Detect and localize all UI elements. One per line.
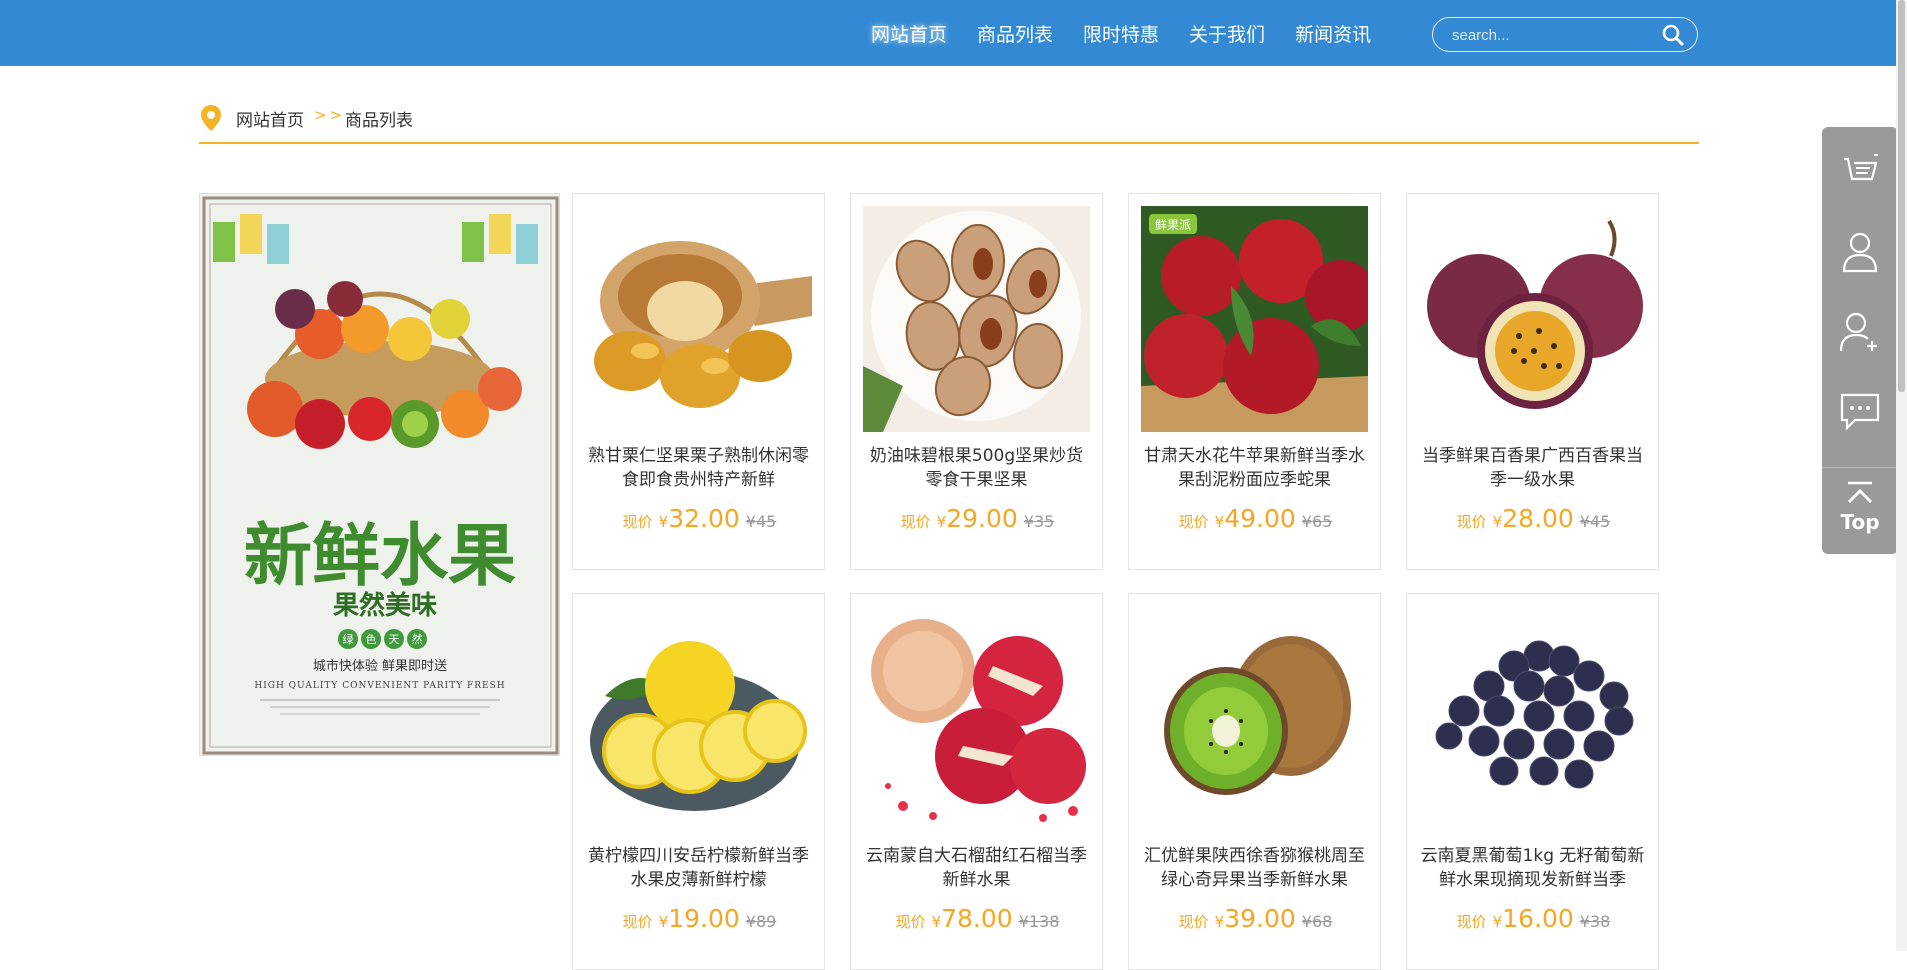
product-card[interactable]: 汇优鲜果陕西徐香猕猴桃周至绿心奇异果当季新鲜水果 现价 ¥39.00 ¥68 — [1128, 593, 1381, 970]
product-title[interactable]: 黄柠檬四川安岳柠檬新鲜当季水果皮薄新鲜柠檬 — [585, 844, 812, 892]
top-header: 网站首页 商品列表 限时特惠 关于我们 新闻资讯 — [0, 0, 1907, 66]
arrow-up-icon — [1848, 481, 1872, 503]
banner-badge-char: 然 — [412, 632, 423, 646]
product-price: 现价 ¥28.00 ¥45 — [1407, 504, 1660, 533]
original-price: ¥35 — [1023, 512, 1055, 531]
product-title[interactable]: 当季鲜果百香果广西百香果当季一级水果 — [1419, 444, 1646, 492]
product-price: 现价 ¥49.00 ¥65 — [1129, 504, 1382, 533]
add-user-icon[interactable] — [1822, 292, 1898, 370]
original-price: ¥38 — [1579, 912, 1611, 931]
price-label: 现价 — [622, 513, 653, 531]
nav-item-specials[interactable]: 限时特惠 — [1083, 20, 1159, 47]
back-to-top-label: Top — [1840, 510, 1880, 534]
search-input[interactable] — [1450, 24, 1654, 46]
currency-symbol: ¥ — [931, 913, 942, 931]
currency-symbol: ¥ — [658, 913, 669, 931]
user-icon[interactable] — [1822, 212, 1898, 290]
original-price: ¥68 — [1301, 912, 1333, 931]
price-label: 现价 — [1178, 513, 1209, 531]
banner-tagline: 城市快体验 鲜果即时送 — [313, 658, 447, 674]
product-image-lemon[interactable] — [585, 606, 812, 832]
product-image-apple[interactable]: 鲜果派 — [1141, 206, 1368, 432]
product-title[interactable]: 汇优鲜果陕西徐香猕猴桃周至绿心奇异果当季新鲜水果 — [1141, 844, 1368, 892]
breadcrumb-separator: >> — [314, 106, 346, 124]
product-card[interactable]: 云南夏黑葡萄1kg 无籽葡萄新鲜水果现摘现发新鲜当季 现价 ¥16.00 ¥38 — [1406, 593, 1659, 970]
breadcrumb-current: 商品列表 — [345, 111, 413, 131]
cart-list-icon[interactable] — [1822, 132, 1898, 210]
original-price: ¥45 — [745, 512, 777, 531]
search-box — [1432, 17, 1698, 52]
product-image-chestnut[interactable] — [585, 206, 812, 432]
product-card[interactable]: 奶油味碧根果500g坚果炒货零食干果坚果 现价 ¥29.00 ¥35 — [850, 193, 1103, 570]
currency-symbol: ¥ — [1214, 913, 1225, 931]
current-price: 28.00 — [1502, 504, 1574, 533]
price-label: 现价 — [1456, 513, 1487, 531]
product-title[interactable]: 奶油味碧根果500g坚果炒货零食干果坚果 — [863, 444, 1090, 492]
current-price: 49.00 — [1224, 504, 1296, 533]
price-label: 现价 — [622, 913, 653, 931]
currency-symbol: ¥ — [658, 513, 669, 531]
price-label: 现价 — [1178, 913, 1209, 931]
breadcrumb-home[interactable]: 网站首页 — [236, 106, 304, 131]
search-icon[interactable] — [1661, 23, 1685, 47]
current-price: 19.00 — [668, 904, 740, 933]
original-price: ¥89 — [745, 912, 777, 931]
banner-tagline-en: HIGH QUALITY CONVENIENT PARITY FRESH — [254, 681, 505, 691]
product-price: 现价 ¥19.00 ¥89 — [573, 904, 826, 933]
banner-title: 新鲜水果 — [244, 517, 516, 596]
product-image-kiwi[interactable] — [1141, 606, 1368, 832]
floating-sidebar: Top — [1822, 127, 1898, 554]
price-label: 现价 — [895, 913, 926, 931]
original-price: ¥45 — [1579, 512, 1611, 531]
product-card[interactable]: 黄柠檬四川安岳柠檬新鲜当季水果皮薄新鲜柠檬 现价 ¥19.00 ¥89 — [572, 593, 825, 970]
product-card[interactable]: 云南蒙自大石榴甜红石榴当季新鲜水果 现价 ¥78.00 ¥138 — [850, 593, 1103, 970]
product-title[interactable]: 云南蒙自大石榴甜红石榴当季新鲜水果 — [863, 844, 1090, 892]
nav-item-about[interactable]: 关于我们 — [1189, 20, 1265, 47]
product-title[interactable]: 熟甘栗仁坚果栗子熟制休闲零食即食贵州特产新鲜 — [585, 444, 812, 492]
product-image-pecan[interactable] — [863, 206, 1090, 432]
current-price: 78.00 — [941, 904, 1013, 933]
product-title[interactable]: 云南夏黑葡萄1kg 无籽葡萄新鲜水果现摘现发新鲜当季 — [1419, 844, 1646, 892]
product-image-pomegranate[interactable] — [863, 606, 1090, 832]
current-price: 29.00 — [946, 504, 1018, 533]
nav-item-products[interactable]: 商品列表 — [977, 20, 1053, 47]
currency-symbol: ¥ — [1492, 513, 1503, 531]
current-price: 32.00 — [668, 504, 740, 533]
banner-subtitle: 果然美味 — [333, 590, 437, 621]
promo-banner[interactable]: 新鲜水果 果然美味 绿 色 天 然 城市快体验 鲜果即时送 HIGH QUALI… — [199, 193, 560, 756]
banner-badge-char: 色 — [366, 632, 377, 646]
banner-badge-char: 绿 — [343, 632, 354, 646]
product-image-passionfruit[interactable] — [1419, 206, 1646, 432]
currency-symbol: ¥ — [936, 513, 947, 531]
original-price: ¥138 — [1018, 912, 1060, 931]
currency-symbol: ¥ — [1214, 513, 1225, 531]
banner-badge-char: 天 — [389, 633, 400, 646]
product-price: 现价 ¥16.00 ¥38 — [1407, 904, 1660, 933]
scrollbar-thumb[interactable] — [1898, 0, 1905, 392]
nav-item-news[interactable]: 新闻资讯 — [1295, 20, 1371, 47]
product-badge: 鲜果派 — [1155, 218, 1191, 232]
main-nav: 网站首页 商品列表 限时特惠 关于我们 新闻资讯 — [871, 0, 1401, 66]
price-label: 现价 — [1456, 913, 1487, 931]
product-image-grape[interactable] — [1419, 606, 1646, 832]
product-price: 现价 ¥32.00 ¥45 — [573, 504, 826, 533]
original-price: ¥65 — [1301, 512, 1333, 531]
current-price: 39.00 — [1224, 904, 1296, 933]
location-pin-icon — [199, 104, 223, 136]
product-price: 现价 ¥39.00 ¥68 — [1129, 904, 1382, 933]
product-card[interactable]: 当季鲜果百香果广西百香果当季一级水果 现价 ¥28.00 ¥45 — [1406, 193, 1659, 570]
product-title[interactable]: 甘肃天水花牛苹果新鲜当季水果刮泥粉面应季蛇果 — [1141, 444, 1368, 492]
currency-symbol: ¥ — [1492, 913, 1503, 931]
message-icon[interactable] — [1822, 372, 1898, 450]
breadcrumb: 网站首页 >> 商品列表 — [199, 102, 1699, 144]
banner-art: 新鲜水果 果然美味 绿 色 天 然 城市快体验 鲜果即时送 HIGH QUALI… — [202, 196, 559, 755]
current-price: 16.00 — [1502, 904, 1574, 933]
product-card[interactable]: 熟甘栗仁坚果栗子熟制休闲零食即食贵州特产新鲜 现价 ¥32.00 ¥45 — [572, 193, 825, 570]
price-label: 现价 — [900, 513, 931, 531]
product-price: 现价 ¥29.00 ¥35 — [851, 504, 1104, 533]
product-card[interactable]: 鲜果派 甘肃天水花牛苹果新鲜当季水果刮泥粉面应季蛇果 现价 ¥49.00 ¥65 — [1128, 193, 1381, 570]
back-to-top-button[interactable]: Top — [1822, 467, 1898, 548]
nav-item-home[interactable]: 网站首页 — [871, 20, 947, 47]
product-price: 现价 ¥78.00 ¥138 — [851, 904, 1104, 933]
